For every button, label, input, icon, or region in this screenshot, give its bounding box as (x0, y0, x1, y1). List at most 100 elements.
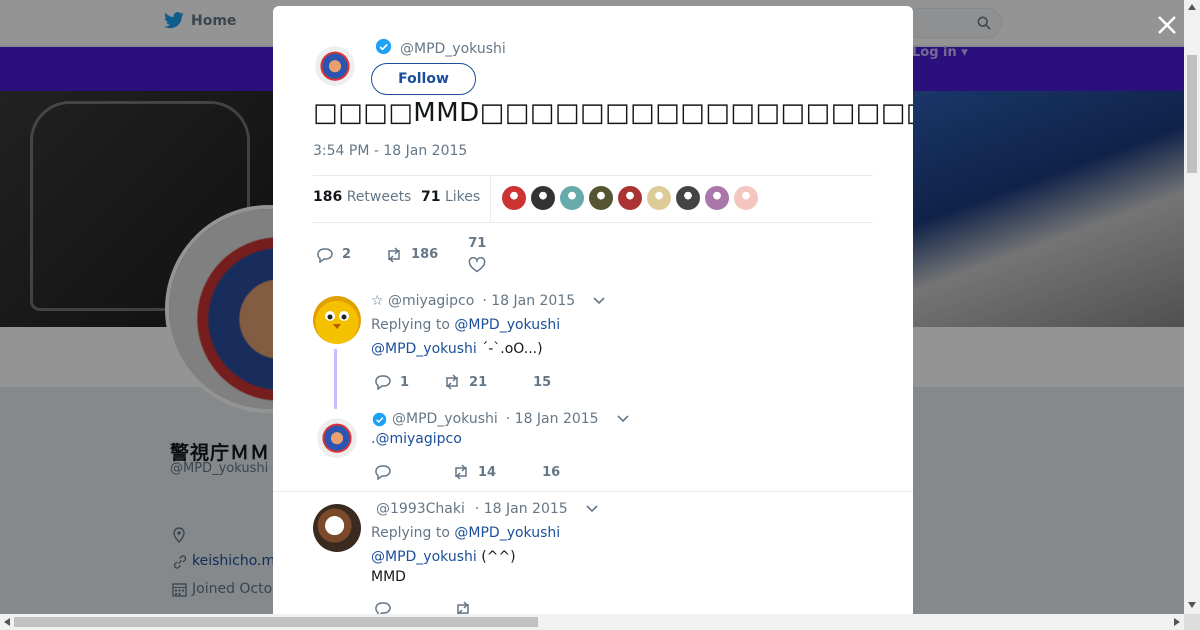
scrollbar-thumb[interactable] (1187, 55, 1197, 173)
bird-face-icon (325, 311, 349, 329)
retweets-count: 186 (313, 189, 343, 205)
reply-icon (375, 602, 391, 614)
conversation-divider (273, 491, 913, 492)
verified-badge-icon (375, 38, 392, 55)
retweet-icon (388, 246, 400, 263)
reply-count: 1 (400, 374, 410, 390)
reply-button[interactable]: 2 (316, 247, 351, 263)
reply-text-content: ´-`.oO...) (481, 341, 543, 357)
replying-to: Replying to @MPD_yokushi (371, 525, 560, 541)
reply-button[interactable] (374, 464, 400, 480)
retweet-count: 21 (469, 374, 488, 390)
like-count: 71 (468, 236, 487, 251)
reply-icon (317, 247, 333, 263)
reply-date[interactable]: · 18 Jan 2015 (475, 501, 568, 517)
retweet-icon (457, 601, 469, 614)
reply-avatar[interactable] (315, 414, 359, 458)
tweet-modal: @MPD_yokushi Follow □□□□MMD□□□□□□□□□□□□□… (273, 6, 913, 614)
reply-text-line2: MMD (371, 569, 406, 585)
reply-author[interactable]: @MPD_yokushi (392, 411, 498, 427)
replying-to-mention[interactable]: @MPD_yokushi (454, 525, 560, 541)
liker-avatars (501, 185, 759, 211)
stats-divider (490, 176, 491, 222)
chevron-down-icon[interactable] (617, 415, 629, 423)
like-count: 16 (542, 464, 561, 480)
like-button[interactable]: 16 (542, 465, 560, 480)
tweet-text: □□□□MMD□□□□□□□□□□□□□□□□□□□MMD□□□□□□□□□□□… (313, 98, 913, 128)
liker-avatar[interactable] (530, 185, 556, 211)
close-icon[interactable] (1156, 14, 1178, 36)
tweet-timestamp[interactable]: 3:54 PM - 18 Jan 2015 (313, 143, 467, 159)
reply-text-content: (^^) (481, 549, 516, 565)
reply-avatar[interactable] (313, 296, 361, 344)
replying-to: Replying to @MPD_yokushi (371, 317, 560, 333)
verified-badge-icon (372, 412, 387, 427)
liker-avatar[interactable] (588, 185, 614, 211)
reply-text[interactable]: .@miyagipco (371, 431, 462, 447)
retweet-button[interactable]: 186 (385, 246, 439, 263)
avatar-image (313, 42, 357, 86)
liker-avatar[interactable] (704, 185, 730, 211)
reply-button[interactable] (374, 601, 392, 614)
liker-avatar[interactable] (646, 185, 672, 211)
reply-header: ☆ @miyagipco · 18 Jan 2015 (371, 293, 605, 309)
tweet-stats: 186 Retweets 71 Likes (313, 175, 873, 223)
tweet-actions: 2 186 71 (316, 236, 486, 273)
like-count: 15 (533, 374, 552, 390)
likes-stat[interactable]: 71 Likes (421, 189, 480, 205)
liker-avatar[interactable] (675, 185, 701, 211)
follow-button[interactable]: Follow (371, 63, 476, 95)
retweet-button[interactable] (454, 601, 472, 614)
avatar-image (315, 414, 359, 458)
horizontal-scrollbar[interactable] (0, 614, 1184, 630)
liker-avatar[interactable] (559, 185, 585, 211)
retweet-icon (446, 374, 458, 390)
tweet-author-avatar[interactable] (313, 42, 357, 86)
reply-actions: 1 21 15 (374, 374, 551, 390)
replying-prefix: Replying to (371, 317, 450, 333)
scroll-right-arrow-icon[interactable] (1174, 618, 1180, 626)
reply-text: @MPD_yokushi ´-`.oO...) (371, 341, 543, 357)
retweet-count: 14 (478, 464, 497, 480)
retweet-icon (455, 464, 467, 480)
thread-connector (334, 349, 337, 409)
reply-icon (375, 465, 391, 480)
replying-to-mention[interactable]: @MPD_yokushi (454, 317, 560, 333)
retweets-label: Retweets (346, 189, 412, 205)
liker-avatar[interactable] (733, 185, 759, 211)
likes-count: 71 (421, 189, 441, 205)
heart-icon (468, 257, 486, 273)
vertical-scrollbar[interactable] (1184, 0, 1200, 614)
reply-author[interactable]: ☆ @miyagipco (371, 293, 474, 309)
reply-actions: 14 16 (374, 464, 560, 480)
scrollbar-thumb[interactable] (14, 617, 538, 627)
tweet-author-handle[interactable]: @MPD_yokushi (400, 41, 506, 57)
scroll-up-arrow-icon[interactable] (1188, 4, 1196, 10)
scrollbar-corner (1184, 614, 1200, 630)
retweet-count: 186 (411, 247, 439, 262)
like-button[interactable]: 71 (468, 236, 486, 273)
reply-author[interactable]: @1993Chaki (376, 501, 465, 517)
reply-count: 2 (342, 247, 352, 262)
reply-mention[interactable]: @MPD_yokushi (371, 341, 477, 357)
replying-prefix: Replying to (371, 525, 450, 541)
reply-text: @MPD_yokushi (^^) (371, 549, 516, 565)
reply-button[interactable]: 1 (374, 374, 409, 390)
like-button[interactable]: 15 (533, 375, 551, 390)
reply-avatar[interactable] (313, 504, 361, 552)
retweet-button[interactable]: 21 (443, 374, 487, 390)
reply-header: @1993Chaki · 18 Jan 2015 (376, 501, 598, 517)
scroll-left-arrow-icon[interactable] (4, 618, 10, 626)
reply-header: @MPD_yokushi · 18 Jan 2015 (392, 411, 629, 427)
liker-avatar[interactable] (617, 185, 643, 211)
chevron-down-icon[interactable] (586, 505, 598, 513)
retweet-button[interactable]: 14 (452, 464, 496, 480)
reply-date[interactable]: · 18 Jan 2015 (482, 293, 575, 309)
chevron-down-icon[interactable] (593, 297, 605, 305)
reply-mention[interactable]: @MPD_yokushi (371, 549, 477, 565)
retweets-stat[interactable]: 186 Retweets (313, 189, 411, 205)
scroll-down-arrow-icon[interactable] (1188, 602, 1196, 608)
reply-actions (374, 601, 472, 614)
reply-date[interactable]: · 18 Jan 2015 (506, 411, 599, 427)
liker-avatar[interactable] (501, 185, 527, 211)
